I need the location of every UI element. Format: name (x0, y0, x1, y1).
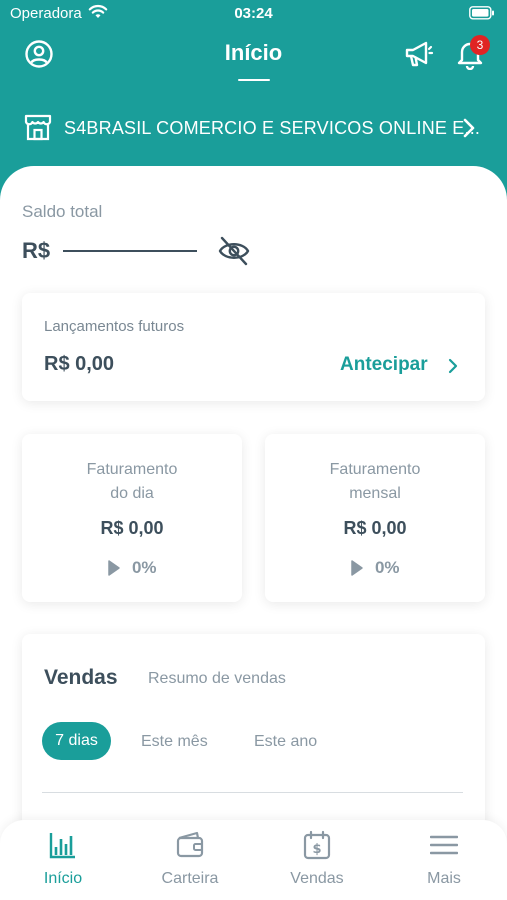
tab-label: Mais (427, 870, 461, 887)
tab-vendas[interactable]: $ Vendas (254, 820, 380, 900)
faturamento-change: 0% (22, 558, 242, 580)
svg-text:$: $ (312, 842, 321, 857)
bottom-tab-bar: Início Carteira $ Vendas Mais (0, 820, 507, 900)
faturamento-value: R$ 0,00 (100, 518, 164, 538)
vendas-card: Vendas Resumo de vendas 7 dias Este mês … (22, 634, 485, 844)
tab-label: Carteira (161, 870, 219, 887)
faturamento-label: Faturamento mensal (265, 458, 485, 506)
faturamento-percent: 0% (131, 558, 157, 577)
saldo-hidden-value (63, 250, 197, 252)
faturamento-label-line1: Faturamento (329, 461, 421, 478)
vendas-subtitle: Resumo de vendas (148, 670, 286, 687)
lancamentos-value: R$ 0,00 (44, 353, 115, 375)
tab-label: Início (43, 870, 83, 887)
tab-carteira[interactable]: Carteira (127, 820, 253, 900)
saldo-label: Saldo total (22, 202, 103, 221)
tab-label: Vendas (290, 870, 344, 887)
vendas-title: Vendas (44, 666, 118, 689)
faturamento-label-line2: do dia (110, 485, 154, 502)
antecipar-button[interactable]: Antecipar (340, 354, 428, 376)
battery-icon (469, 6, 494, 20)
bar-chart-icon (49, 833, 75, 859)
menu-icon (430, 835, 458, 855)
divider (42, 792, 463, 793)
faturamento-value: R$ 0,00 (343, 518, 407, 538)
faturamento-label-line2: mensal (349, 485, 401, 502)
period-7-dias[interactable]: 7 dias (42, 722, 111, 760)
chevron-right-icon (463, 118, 475, 138)
faturamento-label-line1: Faturamento (86, 461, 178, 478)
faturamento-label: Faturamento do dia (22, 458, 242, 506)
main-content: Saldo total R$ Lançamentos futuros R$ 0,… (0, 166, 507, 900)
period-este-mes[interactable]: Este mês (141, 733, 208, 751)
lancamentos-label: Lançamentos futuros (44, 318, 185, 335)
calendar-dollar-icon: $ (303, 830, 331, 860)
faturamento-percent: 0% (374, 558, 400, 577)
title-underline (238, 79, 270, 81)
app-header: Início 3 (0, 30, 507, 90)
megaphone-icon[interactable] (402, 38, 434, 70)
wallet-icon (176, 831, 204, 858)
faturamento-mensal-card[interactable]: Faturamento mensal R$ 0,00 0% (265, 434, 485, 602)
faturamento-dia-card[interactable]: Faturamento do dia R$ 0,00 0% (22, 434, 242, 602)
status-bar: Operadora 03:24 (0, 0, 507, 28)
tab-inicio[interactable]: Início (0, 820, 126, 900)
tab-mais[interactable]: Mais (381, 820, 507, 900)
store-selector[interactable]: S4BRASIL COMERCIO E SERVICOS ONLINE E... (0, 108, 507, 150)
eye-off-icon[interactable] (217, 236, 251, 266)
saldo-currency: R$ (22, 238, 51, 263)
notification-badge: 3 (470, 35, 490, 55)
lancamentos-card: Lançamentos futuros R$ 0,00 Antecipar (22, 293, 485, 401)
store-name: S4BRASIL COMERCIO E SERVICOS ONLINE E... (64, 118, 481, 138)
faturamento-change: 0% (265, 558, 485, 580)
clock: 03:24 (234, 5, 273, 22)
chevron-right-icon[interactable] (447, 357, 459, 375)
store-icon (24, 114, 52, 141)
period-este-ano[interactable]: Este ano (254, 733, 317, 751)
play-triangle-icon (108, 560, 121, 576)
play-triangle-icon (351, 560, 364, 576)
